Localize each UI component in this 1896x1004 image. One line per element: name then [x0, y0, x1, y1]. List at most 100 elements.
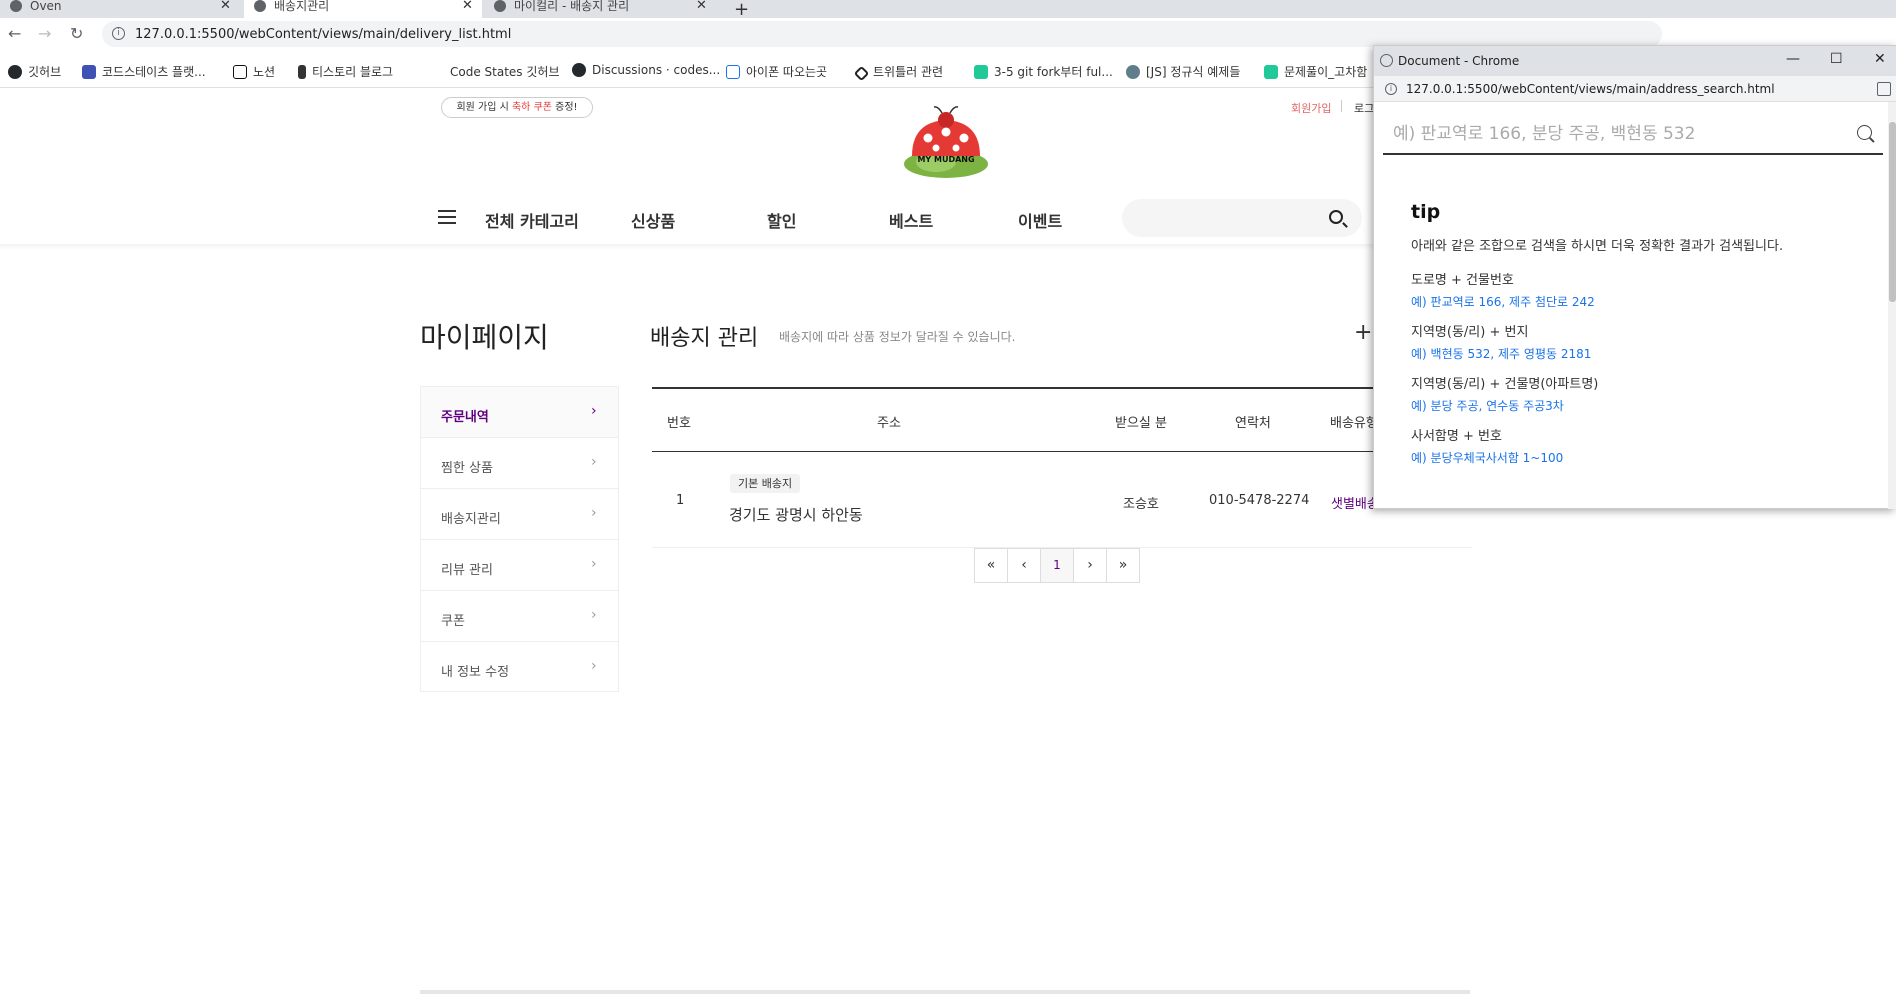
footer-divider	[420, 990, 1470, 994]
oven-favicon-icon	[10, 0, 22, 12]
bookmark-item[interactable]: 노션	[233, 63, 275, 80]
back-icon[interactable]: ←	[8, 24, 21, 43]
last-page-button[interactable]: »	[1106, 548, 1140, 583]
codepen-icon	[853, 65, 870, 82]
sidebar-item-addresses[interactable]: 배송지관리 ›	[421, 489, 618, 540]
site-info-icon[interactable]: i	[1385, 83, 1397, 95]
sidebar-item-label: 배송지관리	[441, 512, 501, 527]
nav-best[interactable]: 베스트	[889, 208, 933, 232]
translate-icon[interactable]	[1877, 82, 1891, 96]
bookmark-label: 깃허브	[28, 65, 62, 79]
site-info-icon[interactable]: i	[112, 27, 125, 40]
popup-scrollbar[interactable]	[1888, 102, 1896, 509]
minimize-icon[interactable]: —	[1786, 51, 1800, 67]
browser-tab[interactable]: Oven ✕	[0, 0, 240, 18]
tip-title: tip	[1411, 201, 1441, 223]
row-delivery-type: 샛별배송	[1331, 497, 1373, 512]
sidebar-item-reviews[interactable]: 리뷰 관리 ›	[421, 540, 618, 591]
nav-new-products[interactable]: 신상품	[631, 208, 675, 232]
search-icon[interactable]	[1329, 210, 1343, 224]
column-header-address: 주소	[877, 416, 901, 431]
popup-url-text[interactable]: 127.0.0.1:5500/webContent/views/main/add…	[1406, 82, 1775, 96]
bookmark-item[interactable]: 티스토리 블로그	[298, 63, 393, 80]
bookmark-item[interactable]: 3-5 git fork부터 ful...	[974, 63, 1113, 80]
globe-icon	[1380, 54, 1393, 67]
url-text[interactable]: 127.0.0.1:5500/webContent/views/main/del…	[135, 27, 511, 42]
bookmark-item[interactable]: 코드스테이츠 플랫...	[82, 63, 206, 80]
section-title: 배송지 관리	[650, 326, 759, 351]
bookmark-label: 노션	[253, 65, 276, 79]
next-page-button[interactable]: ›	[1073, 548, 1107, 583]
add-address-button[interactable]: +	[1354, 320, 1372, 345]
bookmark-label: Code States 깃허브	[450, 65, 560, 79]
maximize-icon[interactable]: ☐	[1830, 51, 1843, 67]
bookmark-label: 아이폰 따오는곳	[746, 65, 828, 79]
address-search-bar	[1383, 113, 1883, 155]
browser-tab[interactable]: 마이컬리 - 배송지 관리 ✕	[484, 0, 716, 18]
sidebar-item-profile[interactable]: 내 정보 수정 ›	[421, 642, 618, 693]
sidebar-item-label: 찜한 상품	[441, 461, 493, 476]
address-search-input[interactable]	[1393, 121, 1833, 147]
ladybug-head	[938, 112, 954, 128]
section-subtitle: 배송지에 따라 상품 정보가 달라질 수 있습니다.	[779, 330, 1016, 344]
browser-tab-active[interactable]: 배송지관리 ✕	[244, 0, 482, 18]
bookmark-item[interactable]: Discussions · codes...	[572, 63, 720, 77]
chevron-right-icon: ›	[591, 658, 597, 674]
row-phone: 010-5478-2274	[1209, 493, 1310, 508]
tab-close-icon[interactable]: ✕	[696, 0, 707, 12]
reload-icon[interactable]: ↻	[70, 24, 83, 43]
bookmark-item[interactable]: 아이폰 따오는곳	[726, 63, 827, 80]
sidebar-item-wishlist[interactable]: 찜한 상품 ›	[421, 438, 618, 489]
page-title: 마이페이지	[420, 321, 549, 354]
bookmark-item[interactable]: [JS] 정규식 예제들	[1126, 63, 1240, 80]
bookmark-item[interactable]: Code States 깃허브	[450, 63, 560, 80]
popup-titlebar[interactable]: Document - Chrome — ☐ ✕	[1374, 46, 1896, 76]
tab-close-icon[interactable]: ✕	[220, 0, 231, 12]
nav-sale[interactable]: 할인	[767, 208, 796, 232]
sidebar-item-orders[interactable]: 주문내역 ›	[421, 387, 618, 438]
column-header-type: 배송유형	[1330, 416, 1378, 431]
promo-highlight: 축하 쿠폰	[511, 102, 552, 113]
site-search-input[interactable]	[1122, 199, 1362, 237]
bookmark-label: 문제풀이_고차함	[1284, 65, 1368, 79]
ladybug-spot	[952, 144, 960, 152]
row-recipient: 조승호	[1123, 497, 1159, 512]
signup-promo-badge[interactable]: 회원 가입 시 축하 쿠폰 증정!	[441, 97, 593, 118]
current-page-button[interactable]: 1	[1040, 548, 1074, 583]
site-logo[interactable]: MY MUDANG	[890, 104, 1000, 186]
nav-events[interactable]: 이벤트	[1018, 208, 1062, 232]
sidebar-item-coupons[interactable]: 쿠폰 ›	[421, 591, 618, 642]
new-tab-icon[interactable]: +	[734, 0, 749, 20]
default-address-badge: 기본 배송지	[730, 474, 801, 493]
column-header-recipient: 받으실 분	[1115, 416, 1167, 431]
tip-heading: 도로명 + 건물번호	[1411, 273, 1514, 288]
nav-all-categories[interactable]: 전체 카테고리	[485, 208, 579, 232]
globe-icon	[254, 0, 266, 12]
sidebar-item-label: 리뷰 관리	[441, 563, 493, 578]
logo-text: MY MUDANG	[917, 155, 974, 164]
bookmark-item[interactable]: 깃허브	[8, 63, 61, 80]
tip-example: 예) 백현동 532, 제주 영평동 2181	[1411, 347, 1592, 361]
login-link[interactable]: 로그	[1354, 100, 1374, 116]
row-number: 1	[676, 493, 685, 508]
scrollbar-thumb[interactable]	[1889, 122, 1896, 302]
search-icon[interactable]	[1857, 125, 1872, 140]
first-page-button[interactable]: «	[974, 548, 1008, 583]
hamburger-menu-icon[interactable]	[438, 210, 456, 224]
browser-tab-strip: Oven ✕ 배송지관리 ✕ 마이컬리 - 배송지 관리 ✕ +	[0, 0, 1896, 20]
tip-heading: 사서함명 + 번호	[1411, 429, 1502, 444]
popup-window-title: Document - Chrome	[1398, 54, 1520, 68]
close-icon[interactable]: ✕	[1874, 51, 1886, 67]
tab-close-icon[interactable]: ✕	[462, 0, 473, 12]
bookmark-item[interactable]: 문제풀이_고차함	[1264, 63, 1367, 80]
bookmark-item[interactable]: 트위틀러 관련	[853, 63, 943, 82]
prev-page-button[interactable]: ‹	[1007, 548, 1041, 583]
chevron-right-icon: ›	[591, 454, 597, 470]
github-icon	[8, 65, 22, 79]
ladybug-spot	[959, 133, 969, 143]
column-header-number: 번호	[667, 416, 691, 431]
tab-label: Oven	[30, 0, 62, 13]
forward-icon[interactable]: →	[38, 24, 51, 43]
join-link[interactable]: 회원가입	[1291, 100, 1331, 116]
popup-address-bar[interactable]: i 127.0.0.1:5500/webContent/views/main/a…	[1374, 76, 1896, 102]
